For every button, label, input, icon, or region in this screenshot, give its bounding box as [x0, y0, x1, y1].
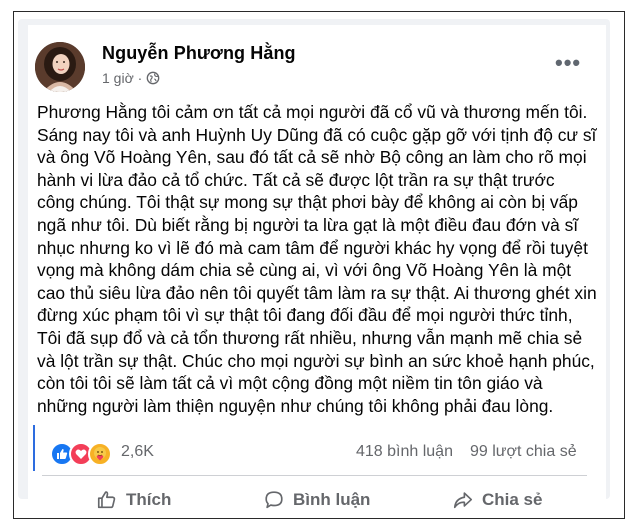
reaction-icons[interactable]: [50, 442, 112, 466]
comment-label: Bình luận: [293, 490, 371, 509]
thumbs-up-icon: [97, 491, 116, 509]
share-count[interactable]: 99 lượt chia sẻ: [470, 443, 577, 461]
author-name[interactable]: Nguyễn Phương Hằng: [102, 43, 296, 64]
like-label: Thích: [126, 490, 172, 509]
author-avatar[interactable]: [35, 42, 85, 92]
actions-divider: [42, 475, 587, 476]
post-body-text: Phương Hằng tôi cảm ơn tất cả mọi người …: [37, 102, 597, 416]
comment-button[interactable]: Bình luận: [263, 489, 370, 511]
comment-count[interactable]: 418 bình luận: [356, 443, 453, 461]
reaction-count[interactable]: 2,6K: [121, 443, 154, 461]
share-icon: [453, 492, 473, 509]
like-button[interactable]: Thích: [96, 489, 171, 511]
post-time[interactable]: 1 giờ ·: [102, 70, 142, 86]
more-options-button[interactable]: •••: [555, 52, 581, 74]
share-button[interactable]: Chia sẻ: [452, 489, 542, 511]
comment-icon: [265, 491, 283, 509]
care-icon: [88, 442, 112, 466]
post-meta: 1 giờ ·: [102, 70, 160, 86]
share-label: Chia sẻ: [482, 490, 543, 509]
globe-icon: [146, 71, 160, 85]
avatar-image: [35, 42, 85, 92]
selection-accent-line: [33, 425, 35, 471]
